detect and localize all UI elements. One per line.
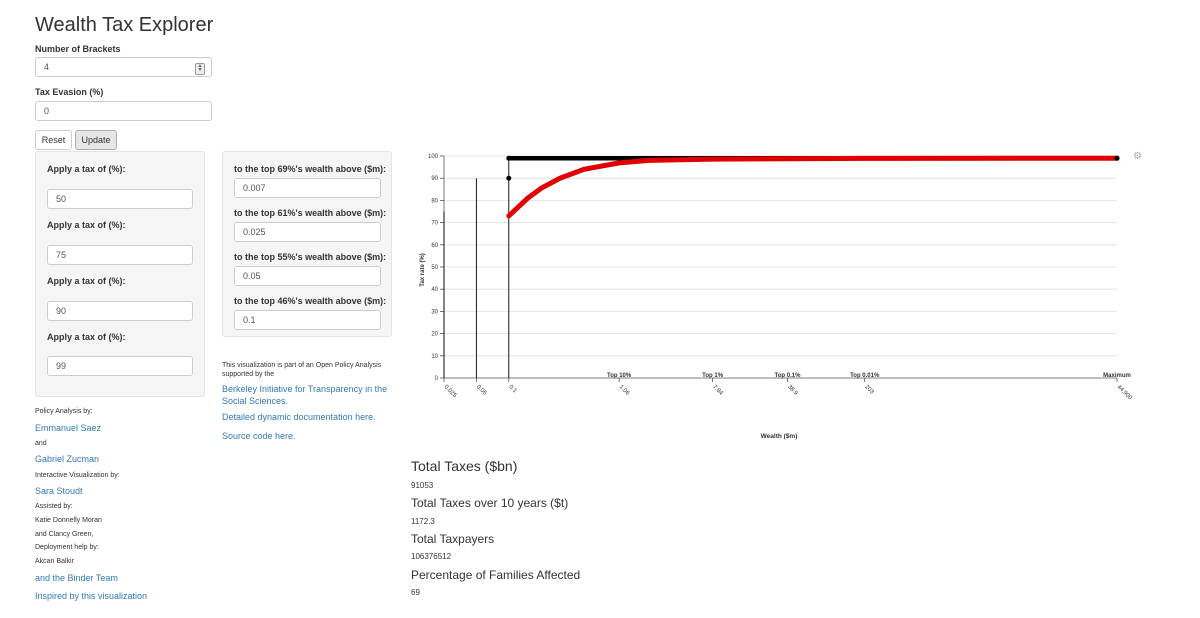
percentile-label: Top 10%	[607, 373, 632, 379]
y-tick-label: 10	[431, 354, 438, 360]
y-tick-label: 30	[431, 309, 438, 315]
gear-icon[interactable]: ⚙	[1133, 151, 1142, 162]
percentile-label: Maximum	[1103, 373, 1131, 379]
data-point	[1114, 155, 1120, 161]
y-axis-label: Tax rate (%)	[420, 253, 426, 287]
tax-rate-chart: 0 10 20 30 40 50 60 70 80 90 100 0.025 0.05 0.1 1.06 7.…	[420, 154, 1134, 440]
y-tick-label: 60	[431, 243, 438, 249]
pct-value: 69	[411, 588, 420, 597]
pct-heading: Percentage of Families Affected	[411, 568, 581, 582]
data-point	[506, 155, 512, 161]
y-tick-label: 0	[435, 376, 439, 382]
y-tick-label: 50	[431, 265, 438, 271]
y-tick-label: 80	[431, 198, 438, 204]
x-axis-label: Wealth ($m)	[761, 433, 798, 440]
x-tick-label: 0.025	[443, 384, 458, 399]
percentile-label: Top 0.01%	[850, 373, 880, 379]
ten-year-heading: Total Taxes over 10 years ($t)	[411, 496, 569, 510]
y-tick-label: 40	[431, 287, 438, 293]
x-tick-label: 44,900	[1116, 384, 1134, 402]
taxpayers-value: 106376512	[411, 552, 452, 561]
taxpayers-heading: Total Taxpayers	[411, 532, 495, 546]
y-tick-label: 20	[431, 332, 438, 338]
x-tick-label: 38.9	[786, 384, 799, 397]
total-taxes-value: 91053	[411, 481, 434, 490]
x-tick-label: 203	[863, 384, 875, 396]
percentile-label: Top 1%	[702, 373, 724, 379]
y-tick-label: 100	[428, 154, 439, 160]
data-point	[506, 175, 512, 181]
average-rate-line	[506, 155, 1120, 219]
x-tick-label: 0.05	[475, 384, 488, 397]
total-taxes-heading: Total Taxes ($bn)	[411, 458, 518, 474]
x-tick-label: 0.1	[507, 384, 518, 395]
x-tick-label: 1.06	[618, 384, 631, 397]
y-tick-label: 90	[431, 176, 438, 182]
y-tick-label: 70	[431, 221, 438, 227]
percentile-label: Top 0.1%	[775, 373, 802, 379]
ten-year-value: 1172.3	[411, 517, 435, 526]
x-tick-label: 7.84	[711, 384, 724, 397]
